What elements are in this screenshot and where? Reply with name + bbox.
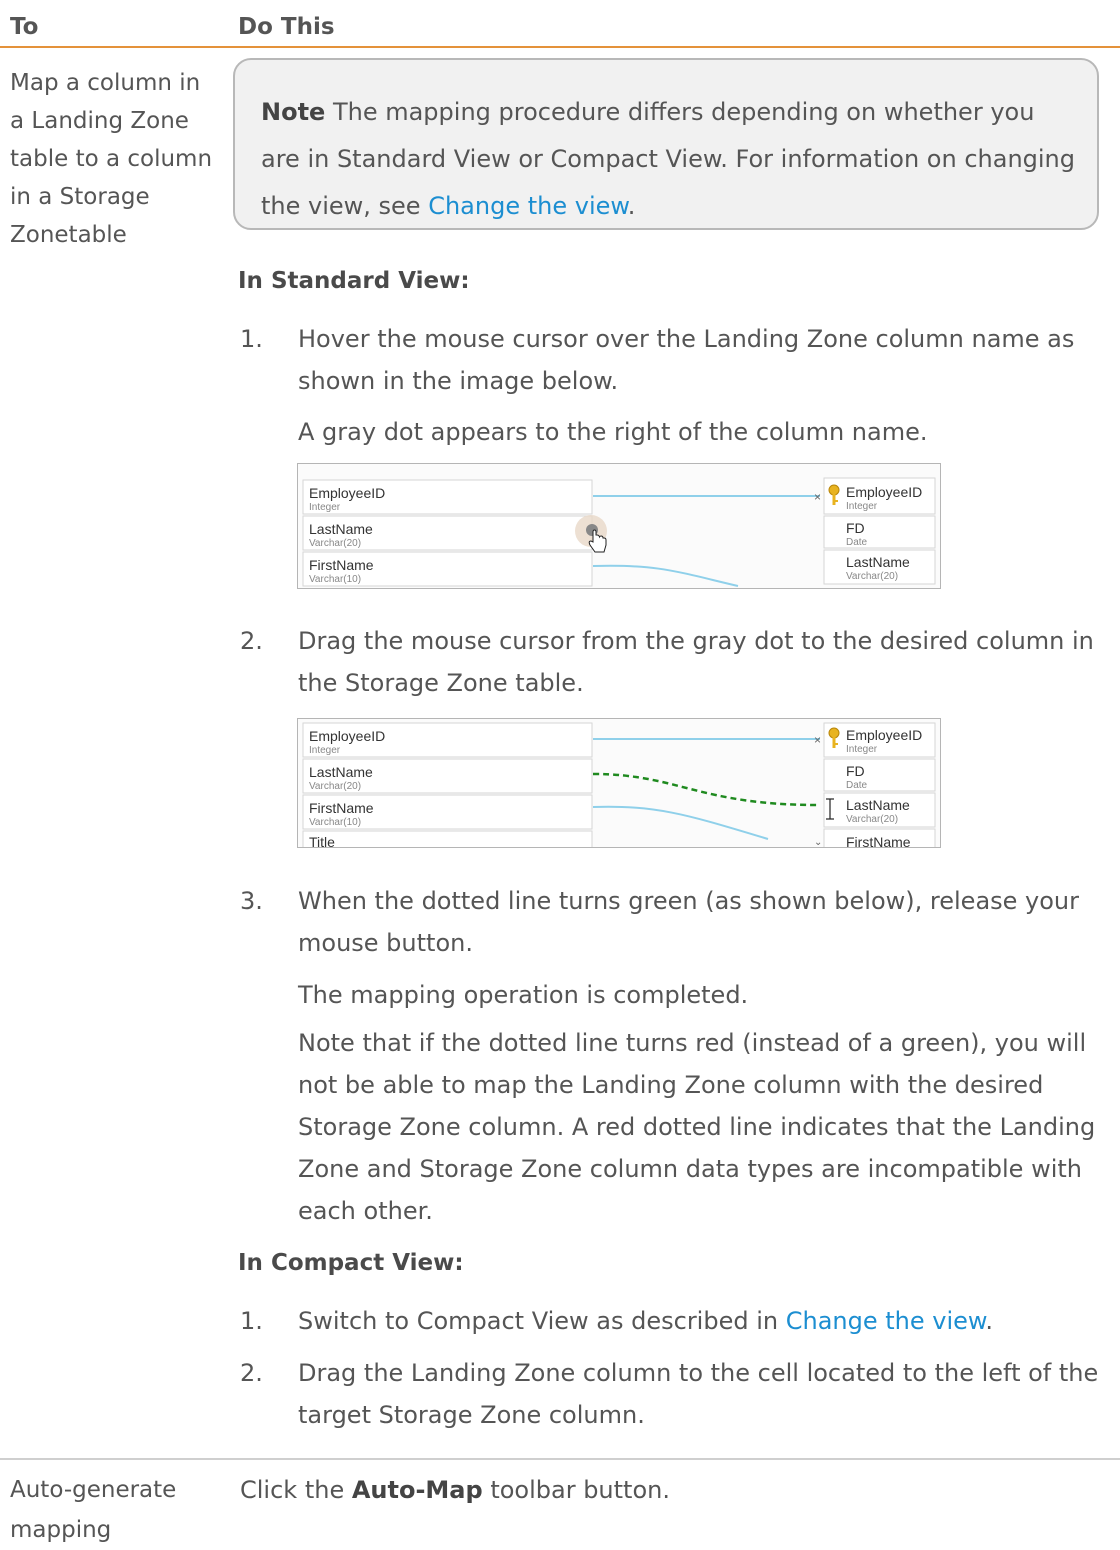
left-col-type: Varchar(10): [309, 574, 361, 585]
mapping-screenshot-hover: EmployeeID Integer LastName Varchar(20) …: [297, 463, 941, 589]
svg-text:×: ×: [814, 733, 821, 747]
step-number: 1.: [240, 325, 263, 353]
step-text: Drag the Landing Zone column to the cell…: [298, 1359, 1099, 1429]
standard-step-2: 2. Drag the mouse cursor from the gray d…: [240, 620, 1110, 704]
step-3-followup: The mapping operation is completed.: [298, 981, 749, 1009]
step-text: Drag the mouse cursor from the gray dot …: [298, 627, 1094, 697]
compact-step-1: 1. Switch to Compact View as described i…: [240, 1300, 1110, 1342]
right-col-type: Date: [846, 780, 868, 791]
note-label: Note: [261, 98, 326, 126]
right-col-type: Date: [846, 537, 868, 548]
step-1-followup: A gray dot appears to the right of the c…: [298, 418, 928, 446]
right-col-name: EmployeeID: [846, 727, 922, 743]
change-view-link[interactable]: Change the view: [786, 1307, 986, 1335]
change-view-link[interactable]: Change the view: [428, 192, 628, 220]
column-header-to: To: [10, 14, 39, 40]
right-col-type: Varchar(20): [846, 814, 898, 825]
left-col-type: Varchar(10): [309, 817, 361, 828]
right-col-type: Varchar(20): [846, 571, 898, 582]
compact-view-heading: In Compact View:: [238, 1250, 464, 1276]
right-col-type: Integer: [846, 501, 878, 512]
step-number: 2.: [240, 1359, 263, 1387]
note-end: .: [627, 192, 636, 220]
right-col-name: LastName: [846, 554, 910, 570]
left-col-name: EmployeeID: [309, 728, 385, 744]
compact-step-2: 2. Drag the Landing Zone column to the c…: [240, 1352, 1110, 1436]
step-end: .: [985, 1307, 993, 1335]
task-auto-generate: Auto-generate mapping: [10, 1477, 177, 1543]
left-col-type: Integer: [309, 745, 341, 756]
right-col-name: FD: [846, 763, 865, 779]
right-col-type: Integer: [846, 744, 878, 755]
svg-text:⌄: ⌄: [814, 837, 822, 847]
step-number: 2.: [240, 627, 263, 655]
left-col-name: LastName: [309, 521, 373, 537]
left-col-name: LastName: [309, 764, 373, 780]
standard-step-1: 1. Hover the mouse cursor over the Landi…: [240, 318, 1110, 402]
column-header-do-this: Do This: [238, 14, 335, 40]
left-col-type: Varchar(20): [309, 781, 361, 792]
step-text: Switch to Compact View as described in: [298, 1307, 786, 1335]
auto-map-label: Auto-Map: [351, 1476, 483, 1504]
left-col-type: Varchar(20): [309, 538, 361, 549]
right-col-name: FD: [846, 520, 865, 536]
note-text: The mapping procedure differs depending …: [261, 98, 1075, 220]
step-text: Hover the mouse cursor over the Landing …: [298, 325, 1075, 395]
table-header: To Do This: [0, 0, 1120, 48]
left-col-name: EmployeeID: [309, 485, 385, 501]
step-text: When the dotted line turns green (as sho…: [298, 887, 1080, 957]
auto-map-instruction: Click the Auto-Map toolbar button.: [240, 1470, 670, 1510]
note-box: Note The mapping procedure differs depen…: [233, 58, 1099, 230]
left-col-type: Integer: [309, 502, 341, 513]
right-col-name: EmployeeID: [846, 484, 922, 500]
step-number: 3.: [240, 887, 263, 915]
instruction-prefix: Click the: [240, 1476, 352, 1504]
step-number: 1.: [240, 1307, 263, 1335]
mapping-screenshot-drag: EmployeeID Integer LastName Varchar(20) …: [297, 718, 941, 848]
left-col-name: FirstName: [309, 557, 374, 573]
step-3-followup-note: Note that if the dotted line turns red (…: [298, 1029, 1096, 1225]
svg-text:×: ×: [814, 490, 821, 504]
left-col-name: Title: [309, 834, 335, 847]
row-divider: [0, 1458, 1120, 1460]
instruction-suffix: toolbar button.: [482, 1476, 670, 1504]
standard-view-heading: In Standard View:: [238, 268, 470, 294]
right-col-name: FirstName: [846, 834, 911, 847]
standard-step-3: 3. When the dotted line turns green (as …: [240, 880, 1110, 964]
left-col-name: FirstName: [309, 800, 374, 816]
right-col-name: LastName: [846, 797, 910, 813]
task-map-column: Map a column in a Landing Zone table to …: [10, 70, 213, 248]
